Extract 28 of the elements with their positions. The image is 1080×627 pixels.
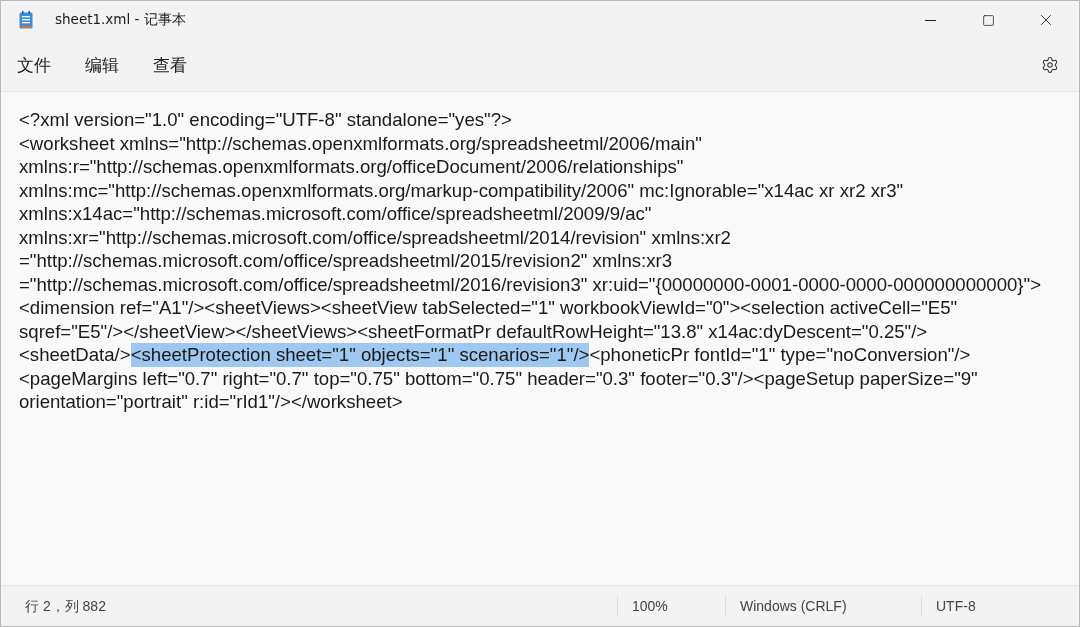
text-line: xmlns:r="http://schemas.openxmlformats.org/officeDocument/2006/relationships": [19, 155, 684, 179]
window-title: sheet1.xml - 记事本: [55, 11, 187, 29]
text-editor[interactable]: [1, 91, 1079, 586]
text-line: sqref="E5"/></sheetView></sheetViews><sheetFormatPr defaultRowHeight="13.8" x14ac:dyDescent="0.25"/>: [19, 319, 928, 343]
text-line: <worksheet xmlns="http://schemas.openxmlformats.org/spreadsheetml/2006/main": [19, 131, 702, 155]
selected-text: <sheetProtection sheet="1" objects="1" scenarios="1"/>: [130, 343, 590, 367]
menu-item[interactable]: 编辑: [85, 47, 119, 83]
text-line: <phoneticPr fontId="1" type="noConversion"/>: [589, 343, 971, 367]
text-line: xmlns:mc="http://schemas.openxmlformats.org/markup-compatibility/2006" mc:Ignorable="x14ac xr xr2 xr3": [19, 178, 904, 202]
text-line: <dimension ref="A1"/><sheetViews><sheetView tabSelected="1" workbookViewId="0"><selection activeCell="E5": [19, 296, 958, 320]
encoding: UTF-8: [921, 596, 1071, 616]
text-line: <pageMargins left="0.7" right="0.7" top="0.75" bottom="0.75" header="0.3" footer="0.3"/><pageSetup paperSize="9": [19, 366, 978, 390]
text-line: <?xml version="1.0" encoding="UTF-8" standalone="yes"?>: [19, 108, 512, 132]
menu-item[interactable]: 文件: [17, 47, 51, 83]
text-line: <sheetData/>: [19, 343, 131, 367]
settings-icon: [1041, 56, 1059, 74]
zoom-level: 100%: [617, 596, 725, 616]
minimize-icon: [924, 19, 936, 21]
cursor-position: 行 2，列 882: [24, 597, 107, 616]
notepad-icon: [19, 11, 33, 29]
text-line: ="http://schemas.microsoft.com/office/spreadsheetml/2016/revision3" xr:uid="{00000000-0001-0000-0000-000000000000}">: [19, 272, 1041, 296]
text-line: xmlns:xr="http://schemas.microsoft.com/office/spreadsheetml/2014/revision" xmlns:xr2: [19, 225, 731, 249]
maximize-icon: [981, 13, 995, 27]
text-line: xmlns:x14ac="http://schemas.microsoft.com/office/spreadsheetml/2009/9/ac": [19, 202, 652, 226]
menu-item[interactable]: 查看: [153, 47, 187, 83]
text-line: ="http://schemas.microsoft.com/office/spreadsheetml/2015/revision2" xmlns:xr3: [19, 249, 673, 273]
line-ending: Windows (CRLF): [725, 596, 921, 616]
text-line: orientation="portrait" r:id="rId1"/></worksheet>: [19, 390, 403, 414]
